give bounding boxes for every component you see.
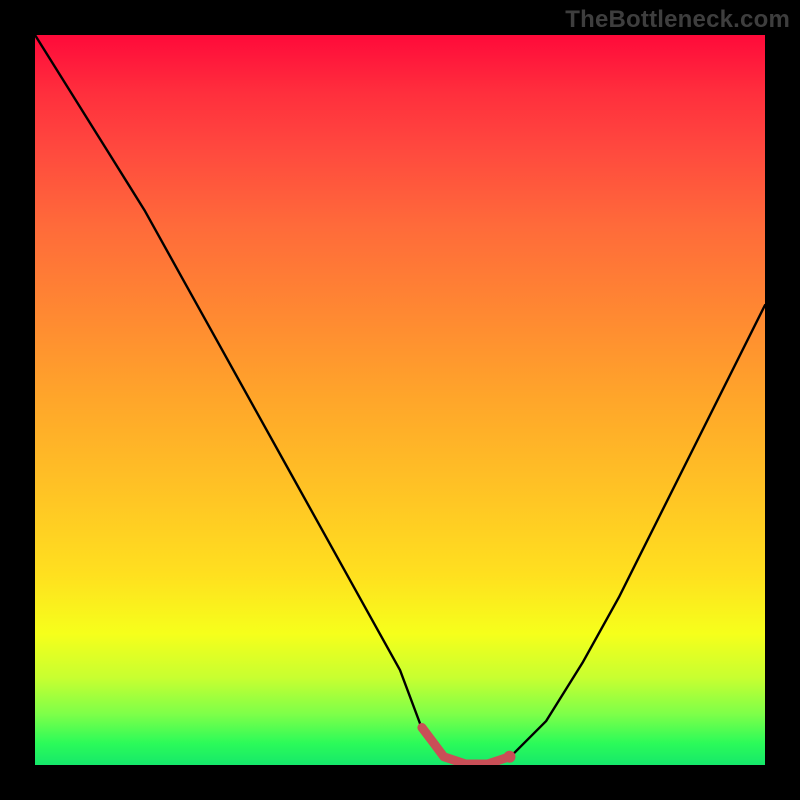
curve-line: [35, 35, 765, 765]
watermark-text: TheBottleneck.com: [565, 6, 790, 34]
flat-zone-marker: [422, 728, 510, 765]
plot-area: [35, 35, 765, 765]
chart-frame: TheBottleneck.com: [0, 0, 800, 800]
flat-zone-endpoint: [504, 751, 516, 763]
bottleneck-curve: [35, 35, 765, 765]
